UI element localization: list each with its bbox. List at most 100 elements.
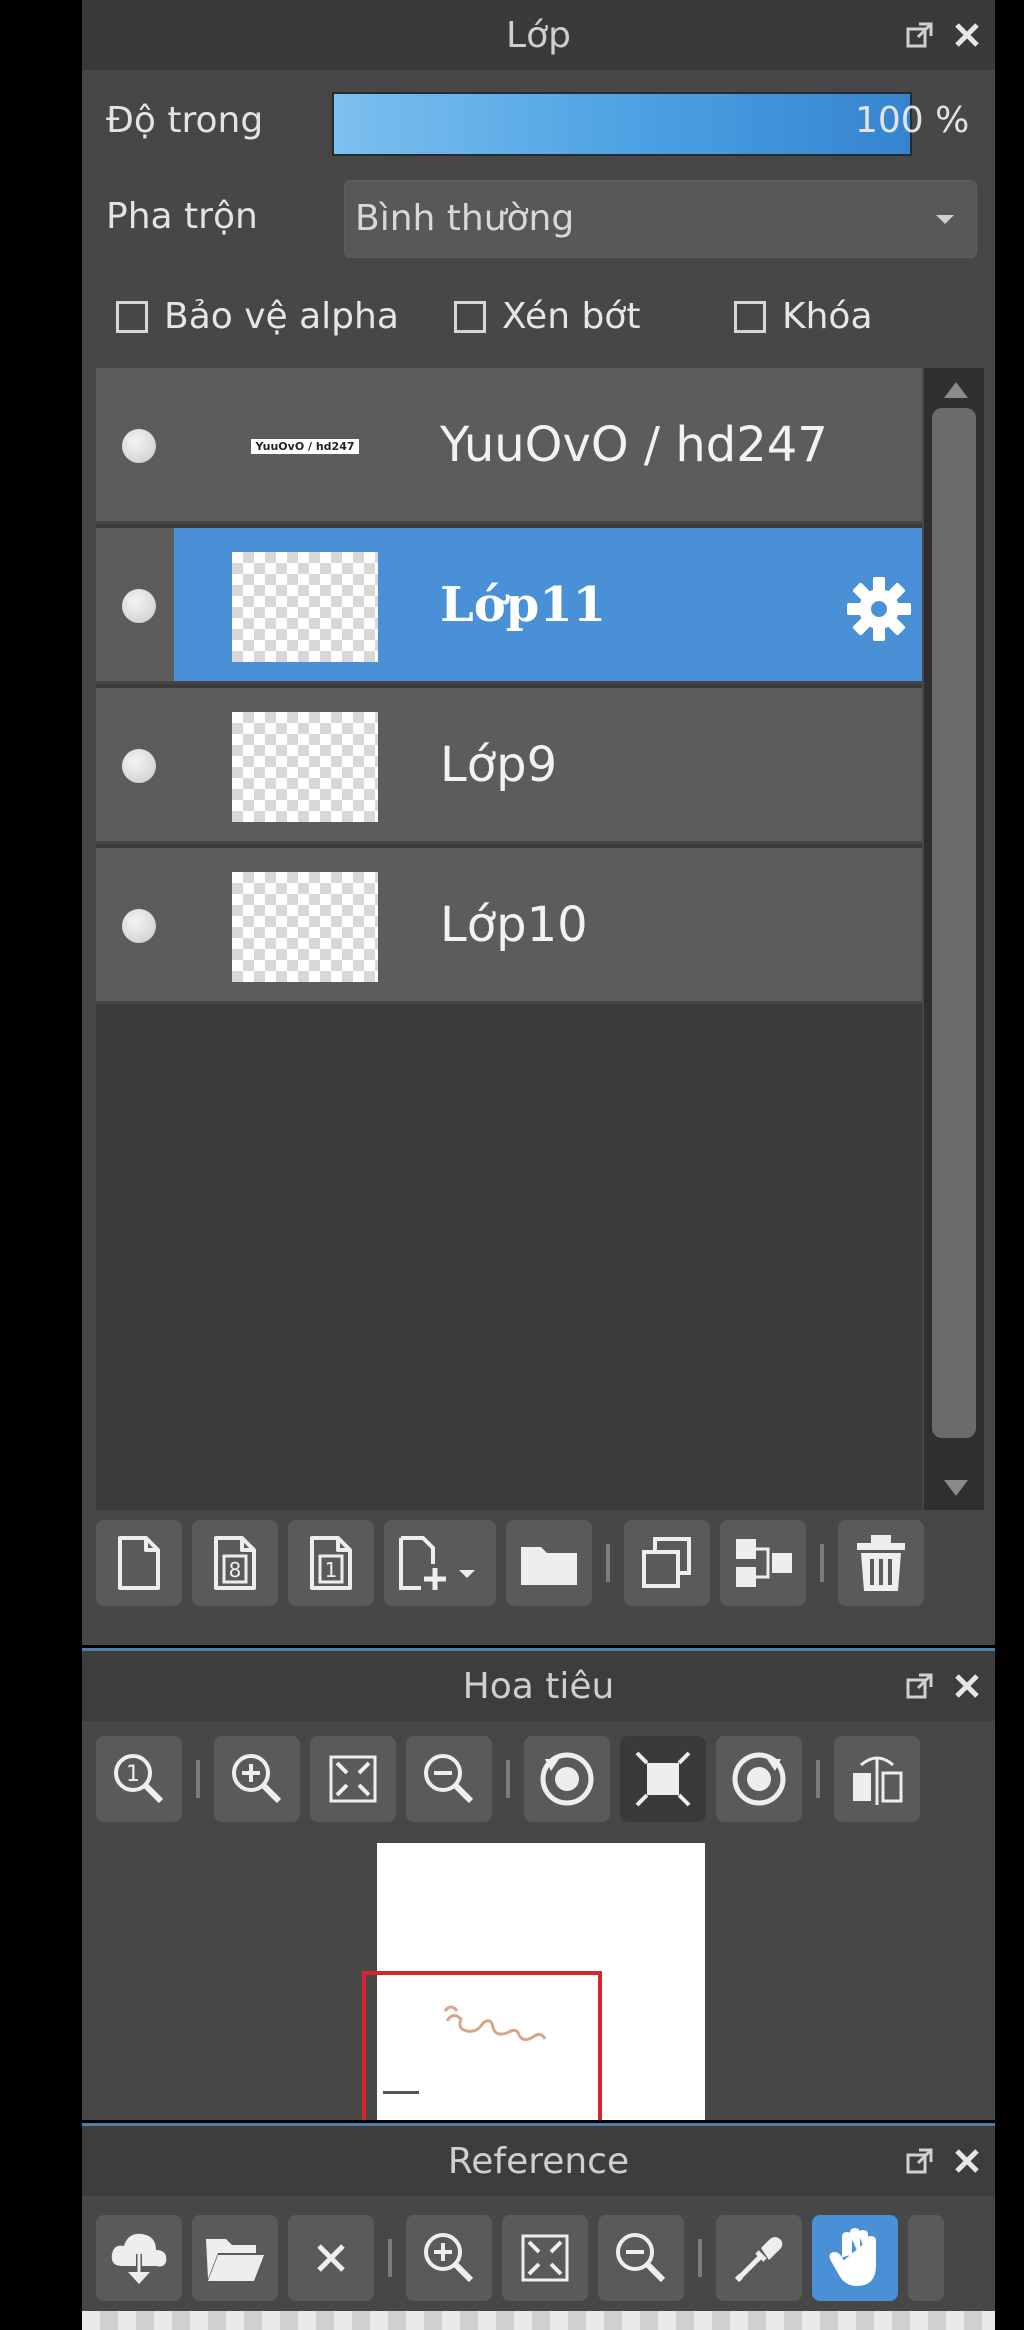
flip-horizontal-icon [853,1756,903,1805]
close-icon [317,2244,345,2272]
layer-row-selected[interactable]: Lớp11 [96,528,922,684]
scroll-thumb[interactable] [932,408,976,1438]
navigator-preview[interactable] [82,1843,995,2120]
fit-to-window-icon [521,2234,569,2282]
layer-panel-titlebar[interactable]: Lớp [82,0,995,70]
new-layer-button[interactable] [96,1520,182,1606]
add-layer-dropdown-button[interactable] [384,1520,496,1606]
checkbox-box[interactable] [116,300,148,333]
close-icon[interactable] [953,2147,981,2175]
reference-title: Reference [447,2140,630,2182]
zoom-in-button[interactable] [214,1736,300,1822]
clipping-label: Xén bớt [502,296,641,337]
toolbar-separator [820,1544,824,1582]
merge-down-button[interactable] [720,1520,806,1606]
scroll-down-icon[interactable] [944,1480,968,1496]
zoom-in-icon [232,1754,282,1804]
reference-image-area[interactable] [82,2311,995,2330]
new-1bit-layer-button[interactable]: 1 [288,1520,374,1606]
new-folder-button[interactable] [506,1520,592,1606]
layer-name: Lớp9 [440,736,558,793]
zoom-actual-size-icon: 1 [114,1754,164,1804]
close-reference-button[interactable] [288,2215,374,2301]
rotate-left-icon [540,1752,594,1806]
hand-icon [829,2227,876,2287]
reference-fit-button[interactable] [502,2215,588,2301]
hand-tool-button[interactable] [812,2215,898,2301]
layer-name: YuuOvO / hd247 [440,416,828,473]
rotate-right-button[interactable] [716,1736,802,1822]
toolbar-overflow[interactable] [908,2215,944,2301]
duplicate-layer-button[interactable] [624,1520,710,1606]
protect-alpha-checkbox[interactable]: Bảo vệ alpha [116,296,399,337]
layer-row[interactable]: Lớp9 [96,688,922,844]
scroll-up-icon[interactable] [944,382,968,398]
eyedropper-icon [734,2237,783,2283]
layer-row[interactable]: Lớp10 [96,848,922,1004]
reference-zoom-out-button[interactable] [598,2215,684,2301]
checkbox-box[interactable] [734,300,766,333]
titlebar-controls [905,1651,981,1721]
viewport-indicator[interactable] [362,1971,602,2120]
titlebar-controls [905,0,981,70]
glyph-1: 1 [325,1558,338,1582]
flip-horizontal-button[interactable] [834,1736,920,1822]
layer-thumbnail: YuuOvO / hd247 [232,424,378,468]
open-file-button[interactable] [192,2215,278,2301]
fit-to-window-button[interactable] [310,1736,396,1822]
reference-titlebar[interactable]: Reference [82,2126,995,2196]
toolbar-separator [196,1760,200,1798]
toolbar-separator [506,1760,510,1798]
layer-thumbnail [232,552,378,662]
new-8bit-layer-button[interactable]: 8 [192,1520,278,1606]
layer-list[interactable]: YuuOvO / hd247 YuuOvO / hd247 Lớp11 Lớp9… [96,368,922,1510]
layer-thumbnail [232,872,378,982]
visibility-toggle[interactable] [122,749,156,783]
reset-view-icon [635,1751,691,1807]
rotate-right-icon [732,1752,786,1806]
navigator-toolbar: 1 [96,1736,981,1822]
add-layer-dropdown-icon [399,1536,475,1590]
close-icon[interactable] [953,21,981,49]
layer-list-scrollbar[interactable] [924,368,984,1510]
layer-thumbnail [232,712,378,822]
layer-toolbar: 8 1 [96,1520,981,1606]
lock-checkbox[interactable]: Khóa [734,296,873,337]
navigator-title: Hoa tiêu [462,1665,615,1707]
chevron-down-icon [936,215,954,224]
gear-icon[interactable] [844,574,914,648]
layer-name: Lớp11 [440,576,607,633]
reference-zoom-in-button[interactable] [406,2215,492,2301]
blend-mode-select[interactable]: Bình thường [344,180,977,258]
protect-alpha-label: Bảo vệ alpha [164,296,399,337]
visibility-toggle[interactable] [122,429,156,463]
undock-icon[interactable] [905,2146,935,2176]
fit-to-window-icon [329,1755,377,1803]
opacity-slider[interactable] [332,92,912,156]
visibility-toggle[interactable] [122,909,156,943]
checkbox-box[interactable] [454,300,486,333]
eyedropper-button[interactable] [716,2215,802,2301]
navigator-titlebar[interactable]: Hoa tiêu [82,1651,995,1721]
merge-down-icon [736,1539,792,1587]
toolbar-separator [816,1760,820,1798]
reference-toolbar [96,2215,981,2301]
open-folder-icon [206,2239,264,2281]
load-image-button[interactable] [96,2215,182,2301]
new-1bit-layer-icon: 1 [310,1536,352,1590]
visibility-toggle[interactable] [122,589,156,623]
blend-mode-value: Bình thường [355,198,575,239]
layer-row[interactable]: YuuOvO / hd247 YuuOvO / hd247 [96,368,922,524]
zoom-out-button[interactable] [406,1736,492,1822]
rotate-left-button[interactable] [524,1736,610,1822]
zoom-actual-size-button[interactable]: 1 [96,1736,182,1822]
undock-icon[interactable] [905,20,935,50]
glyph-1: 1 [126,1762,140,1787]
close-icon[interactable] [953,1672,981,1700]
reset-view-button[interactable] [620,1736,706,1822]
delete-icon [857,1535,905,1591]
undock-icon[interactable] [905,1671,935,1701]
lock-label: Khóa [782,296,873,337]
delete-layer-button[interactable] [838,1520,924,1606]
clipping-checkbox[interactable]: Xén bớt [454,296,640,337]
